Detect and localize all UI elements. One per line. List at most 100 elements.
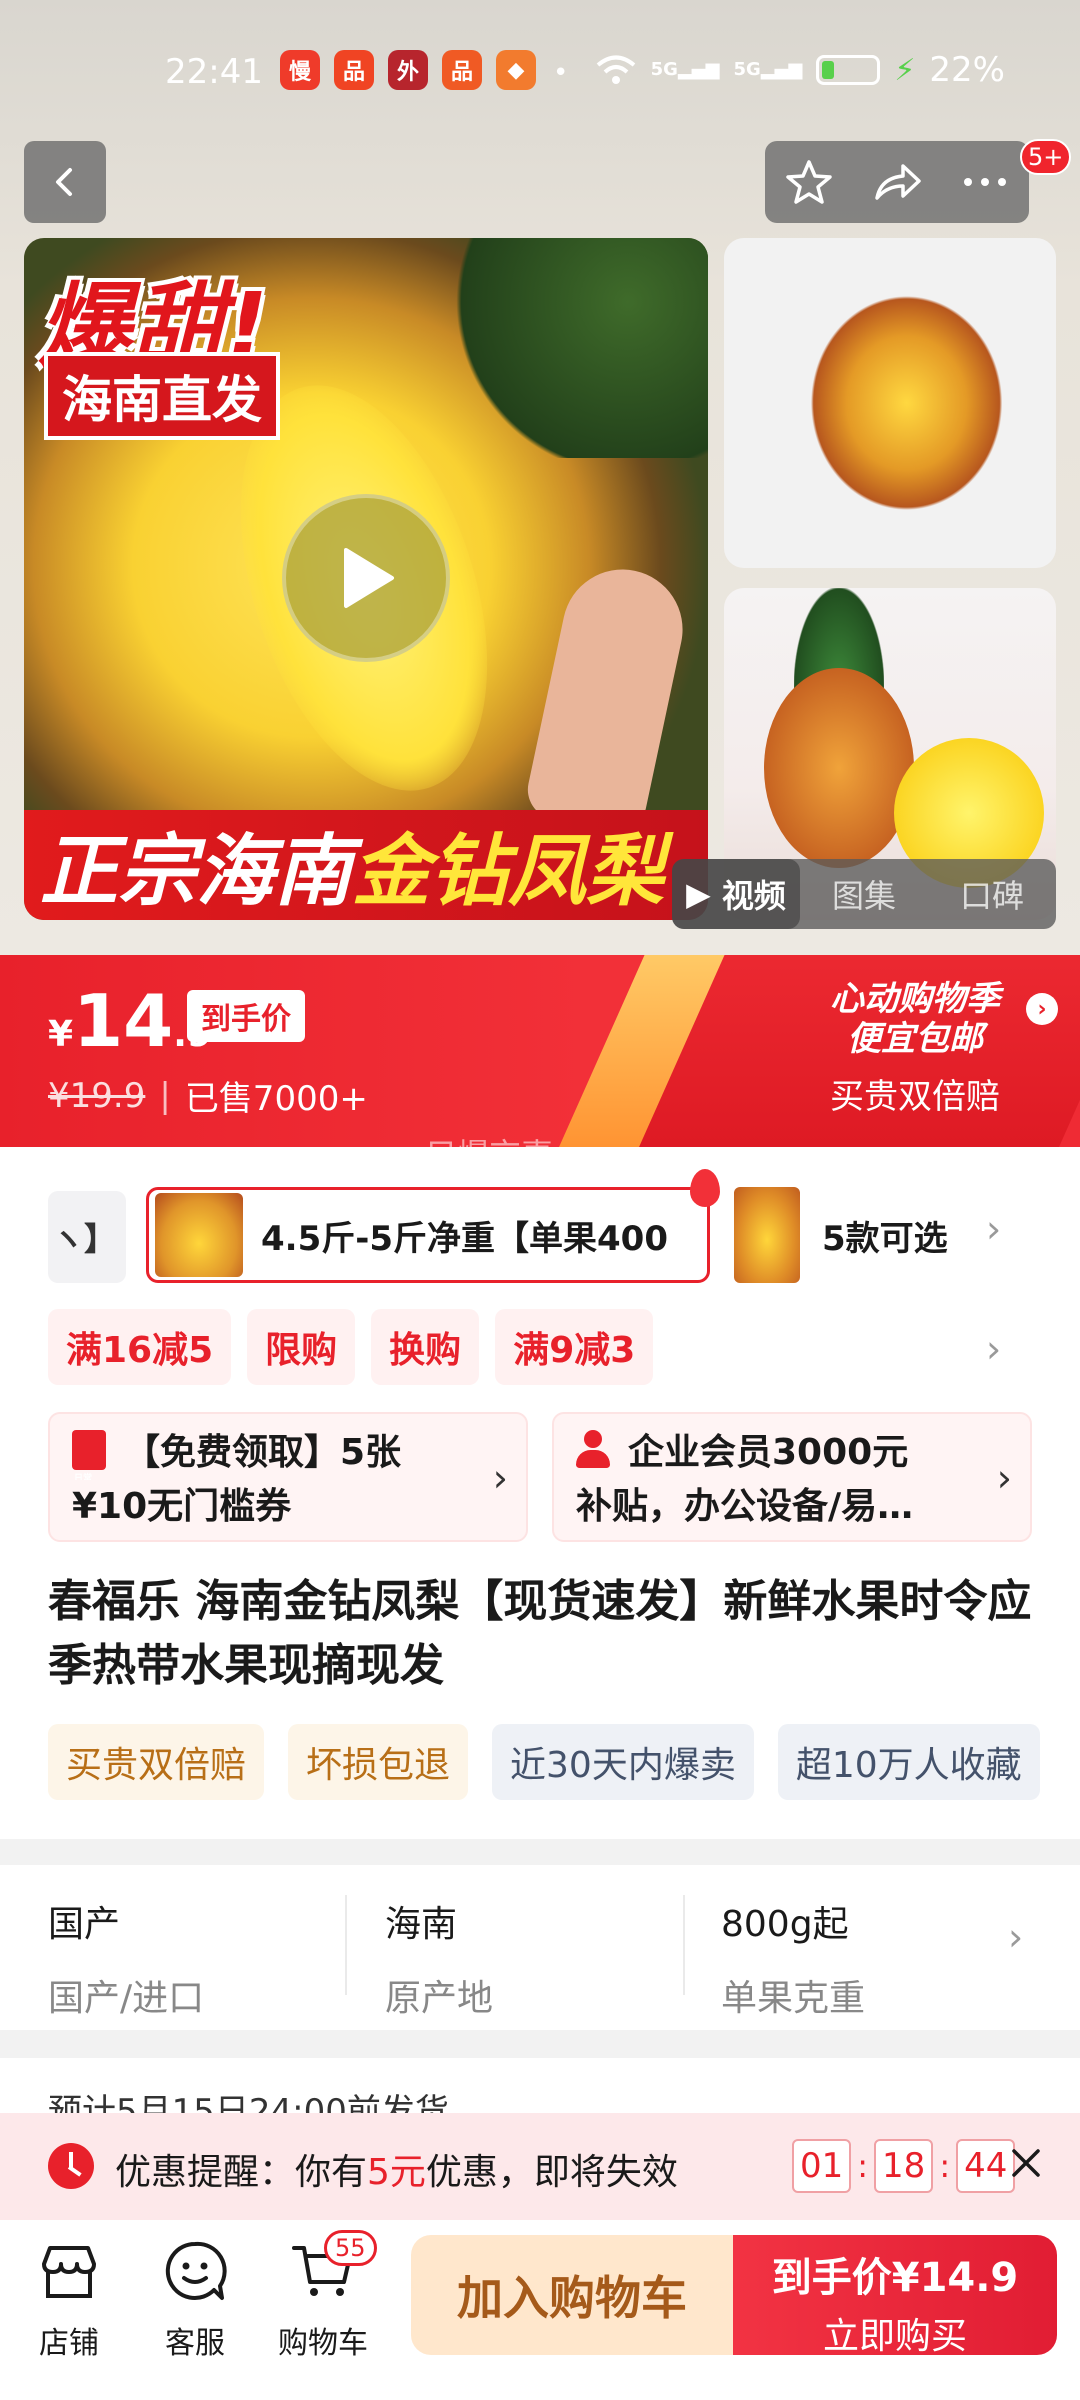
play-button[interactable] (282, 494, 450, 662)
sku-count-label[interactable]: 5款可选 (822, 1211, 948, 1260)
feature-tag[interactable]: 坏损包退 (288, 1724, 469, 1800)
main-video-thumbnail[interactable]: 爆甜! 海南直发 正宗海南 金钻凤梨 (24, 238, 708, 920)
price-integer: 14 (73, 979, 174, 1063)
store-icon (42, 2246, 96, 2298)
spec-value: 海南 (385, 1904, 458, 1945)
notification-app-icon: 品 (442, 50, 482, 90)
enterprise-member-card[interactable]: 企业会员3000元 补贴，办公设备/易… › (552, 1412, 1032, 1542)
chevron-left-icon (56, 168, 72, 196)
product-banner-title: 正宗海南 金钻凤梨 (24, 810, 708, 920)
play-icon (344, 548, 394, 608)
promo-tag[interactable]: 换购 (371, 1309, 480, 1385)
spec-weight: 800g起 单果克重 (721, 1895, 865, 2021)
sku-option-selected[interactable]: 4.5斤-5斤净重【单果400 (146, 1187, 710, 1283)
countdown-minutes: 18 (874, 2139, 934, 2193)
price-banner: ¥ 14 .9 到手价 ¥19.9 | 已售7000+ 心动购物季 便宜包邮 买… (0, 955, 1080, 1147)
banner-title-white: 正宗海南 (40, 827, 353, 917)
favorite-button[interactable] (774, 147, 844, 217)
sku-option-prev[interactable]: ヽ】 (48, 1191, 126, 1283)
product-title: 春福乐 海南金钻凤梨【现货速发】新鲜水果时令应季热带水果现摘现发 (48, 1576, 1032, 1691)
pineapple-whole (764, 668, 914, 868)
close-reminder-button[interactable] (1006, 2143, 1046, 2183)
customer-service-button[interactable]: 客服 (140, 2238, 250, 2362)
feature-tag[interactable]: 买贵双倍赔 (48, 1724, 265, 1800)
promo-tag[interactable]: 限购 (247, 1309, 356, 1385)
chevron-right-icon[interactable]: › (986, 1327, 1001, 1371)
product-info-card: ヽ】 4.5斤-5斤净重【单果400 5款可选 › 满16减5 限购 换购 满9… (0, 1147, 1080, 1839)
wifi-icon (596, 55, 635, 84)
divider (683, 1895, 685, 1995)
person-icon (576, 1430, 610, 1470)
share-icon (875, 164, 921, 200)
sku-selected-label: 4.5斤-5斤净重【单果400 (261, 1218, 668, 1259)
gallery-thumbnail-1[interactable] (724, 238, 1056, 568)
promo-campaign[interactable]: 心动购物季 便宜包邮 买贵双倍赔 (770, 979, 1060, 1118)
feature-tag[interactable]: 超10万人收藏 (777, 1724, 1040, 1800)
coupon-line-2: ¥10无门槛券 (72, 1486, 292, 1527)
notification-app-icon: 慢 (280, 50, 320, 90)
store-button[interactable]: 店铺 (14, 2238, 124, 2362)
buy-price-label: 到手价¥14.9 (771, 2255, 1019, 2301)
signal-2-icon: 5G▂▄▆ (733, 59, 803, 80)
status-indicators: 5G▂▄▆ 5G▂▄▆ ⚡ 22% (595, 50, 1005, 90)
promo-tag[interactable]: 满9减3 (495, 1309, 654, 1385)
promo-title-1: 心动购物季 (830, 979, 1000, 1019)
notification-app-icon: ◆ (496, 50, 536, 90)
coupon-line-2: 补贴，办公设备/易… (576, 1486, 914, 1527)
price-currency: ¥ (48, 1014, 74, 1055)
product-specs[interactable]: 国产 国产/进口 海南 原产地 800g起 单果克重 › (0, 1865, 1080, 2030)
promo-tag[interactable]: 满16减5 (48, 1309, 232, 1385)
notification-app-icon: 品 (334, 50, 374, 90)
countdown-separator: : (939, 2147, 951, 2185)
coupon-row: 【免费领取】5张 ¥10无门槛券 › 企业会员3000元 补贴，办公设备/易… … (48, 1412, 1032, 1542)
store-label: 店铺 (39, 2326, 99, 2361)
cart-count-badge: 55 (324, 2230, 377, 2266)
chevron-right-icon: › (996, 1456, 1012, 1500)
price-sub-row: ¥19.9 | 已售7000+ (48, 1071, 368, 1120)
sku-thumbnail (155, 1193, 243, 1277)
back-button[interactable] (24, 141, 106, 223)
tab-gallery[interactable]: 图集 (800, 859, 928, 929)
tab-reviews[interactable]: 口碑 (928, 859, 1056, 929)
spec-value: 800g起 (721, 1904, 849, 1945)
discount-reminder-bar[interactable]: 优惠提醒：你有5元优惠，即将失效 01 : 18 : 44 (0, 2113, 1080, 2220)
sold-count: 已售7000+ (184, 1079, 368, 1119)
tab-video[interactable]: ▶ 视频 (672, 859, 800, 929)
final-price-label: 到手价 (187, 990, 305, 1042)
divider (345, 1895, 347, 1995)
chevron-right-icon[interactable]: › (986, 1207, 1001, 1251)
reminder-text: 优惠提醒：你有5元优惠，即将失效 (115, 2152, 678, 2193)
overlay-tag: 海南直发 (44, 352, 280, 440)
banner-title-gold: 金钻凤梨 (352, 827, 665, 917)
chevron-right-icon: › (1008, 1915, 1024, 1959)
coupon-line-1: 【免费领取】5张 (72, 1426, 476, 1480)
notification-app-icons: 慢 品 外 品 ◆ (280, 50, 536, 90)
star-icon (786, 160, 832, 204)
coupon-icon (72, 1430, 106, 1480)
product-gallery: 22:41 慢 品 外 品 ◆ • 5G▂▄▆ 5G▂▄▆ ⚡ 22% 5+ 爆… (0, 0, 1080, 955)
sku-option-next[interactable] (734, 1187, 800, 1283)
buy-now-button[interactable]: 到手价¥14.9 立即购买 (733, 2235, 1057, 2357)
charging-icon: ⚡ (894, 52, 916, 88)
coupon-line-1: 企业会员3000元 (576, 1426, 980, 1480)
original-price: ¥19.9 (48, 1075, 146, 1116)
promo-tag-row: 满16减5 限购 换购 满9减3 (48, 1309, 654, 1385)
feature-tag[interactable]: 近30天内爆卖 (492, 1724, 754, 1800)
hand-image (522, 558, 694, 838)
header-actions (765, 141, 1029, 223)
shipping-row[interactable]: 预计5月15日24:00前发货 (0, 2058, 1080, 2118)
chevron-right-icon[interactable]: › (1026, 993, 1058, 1025)
free-coupon-card[interactable]: 【免费领取】5张 ¥10无门槛券 › (48, 1412, 528, 1542)
play-small-icon: ▶ (686, 875, 711, 913)
buy-now-label: 立即购买 (822, 2316, 967, 2357)
service-label: 客服 (165, 2326, 225, 2361)
spec-key: 原产地 (385, 1978, 494, 2019)
promo-subtitle: 买贵双倍赔 (830, 1077, 1000, 1117)
more-notifications-dot-icon: • (553, 58, 569, 88)
countdown-separator: : (857, 2147, 869, 2185)
promo-title-2: 便宜包邮 (847, 1019, 983, 1059)
more-button[interactable] (950, 147, 1020, 217)
add-to-cart-button[interactable]: 加入购物车 (411, 2235, 733, 2355)
pineapple-leaves (448, 238, 708, 458)
share-button[interactable] (862, 147, 932, 217)
